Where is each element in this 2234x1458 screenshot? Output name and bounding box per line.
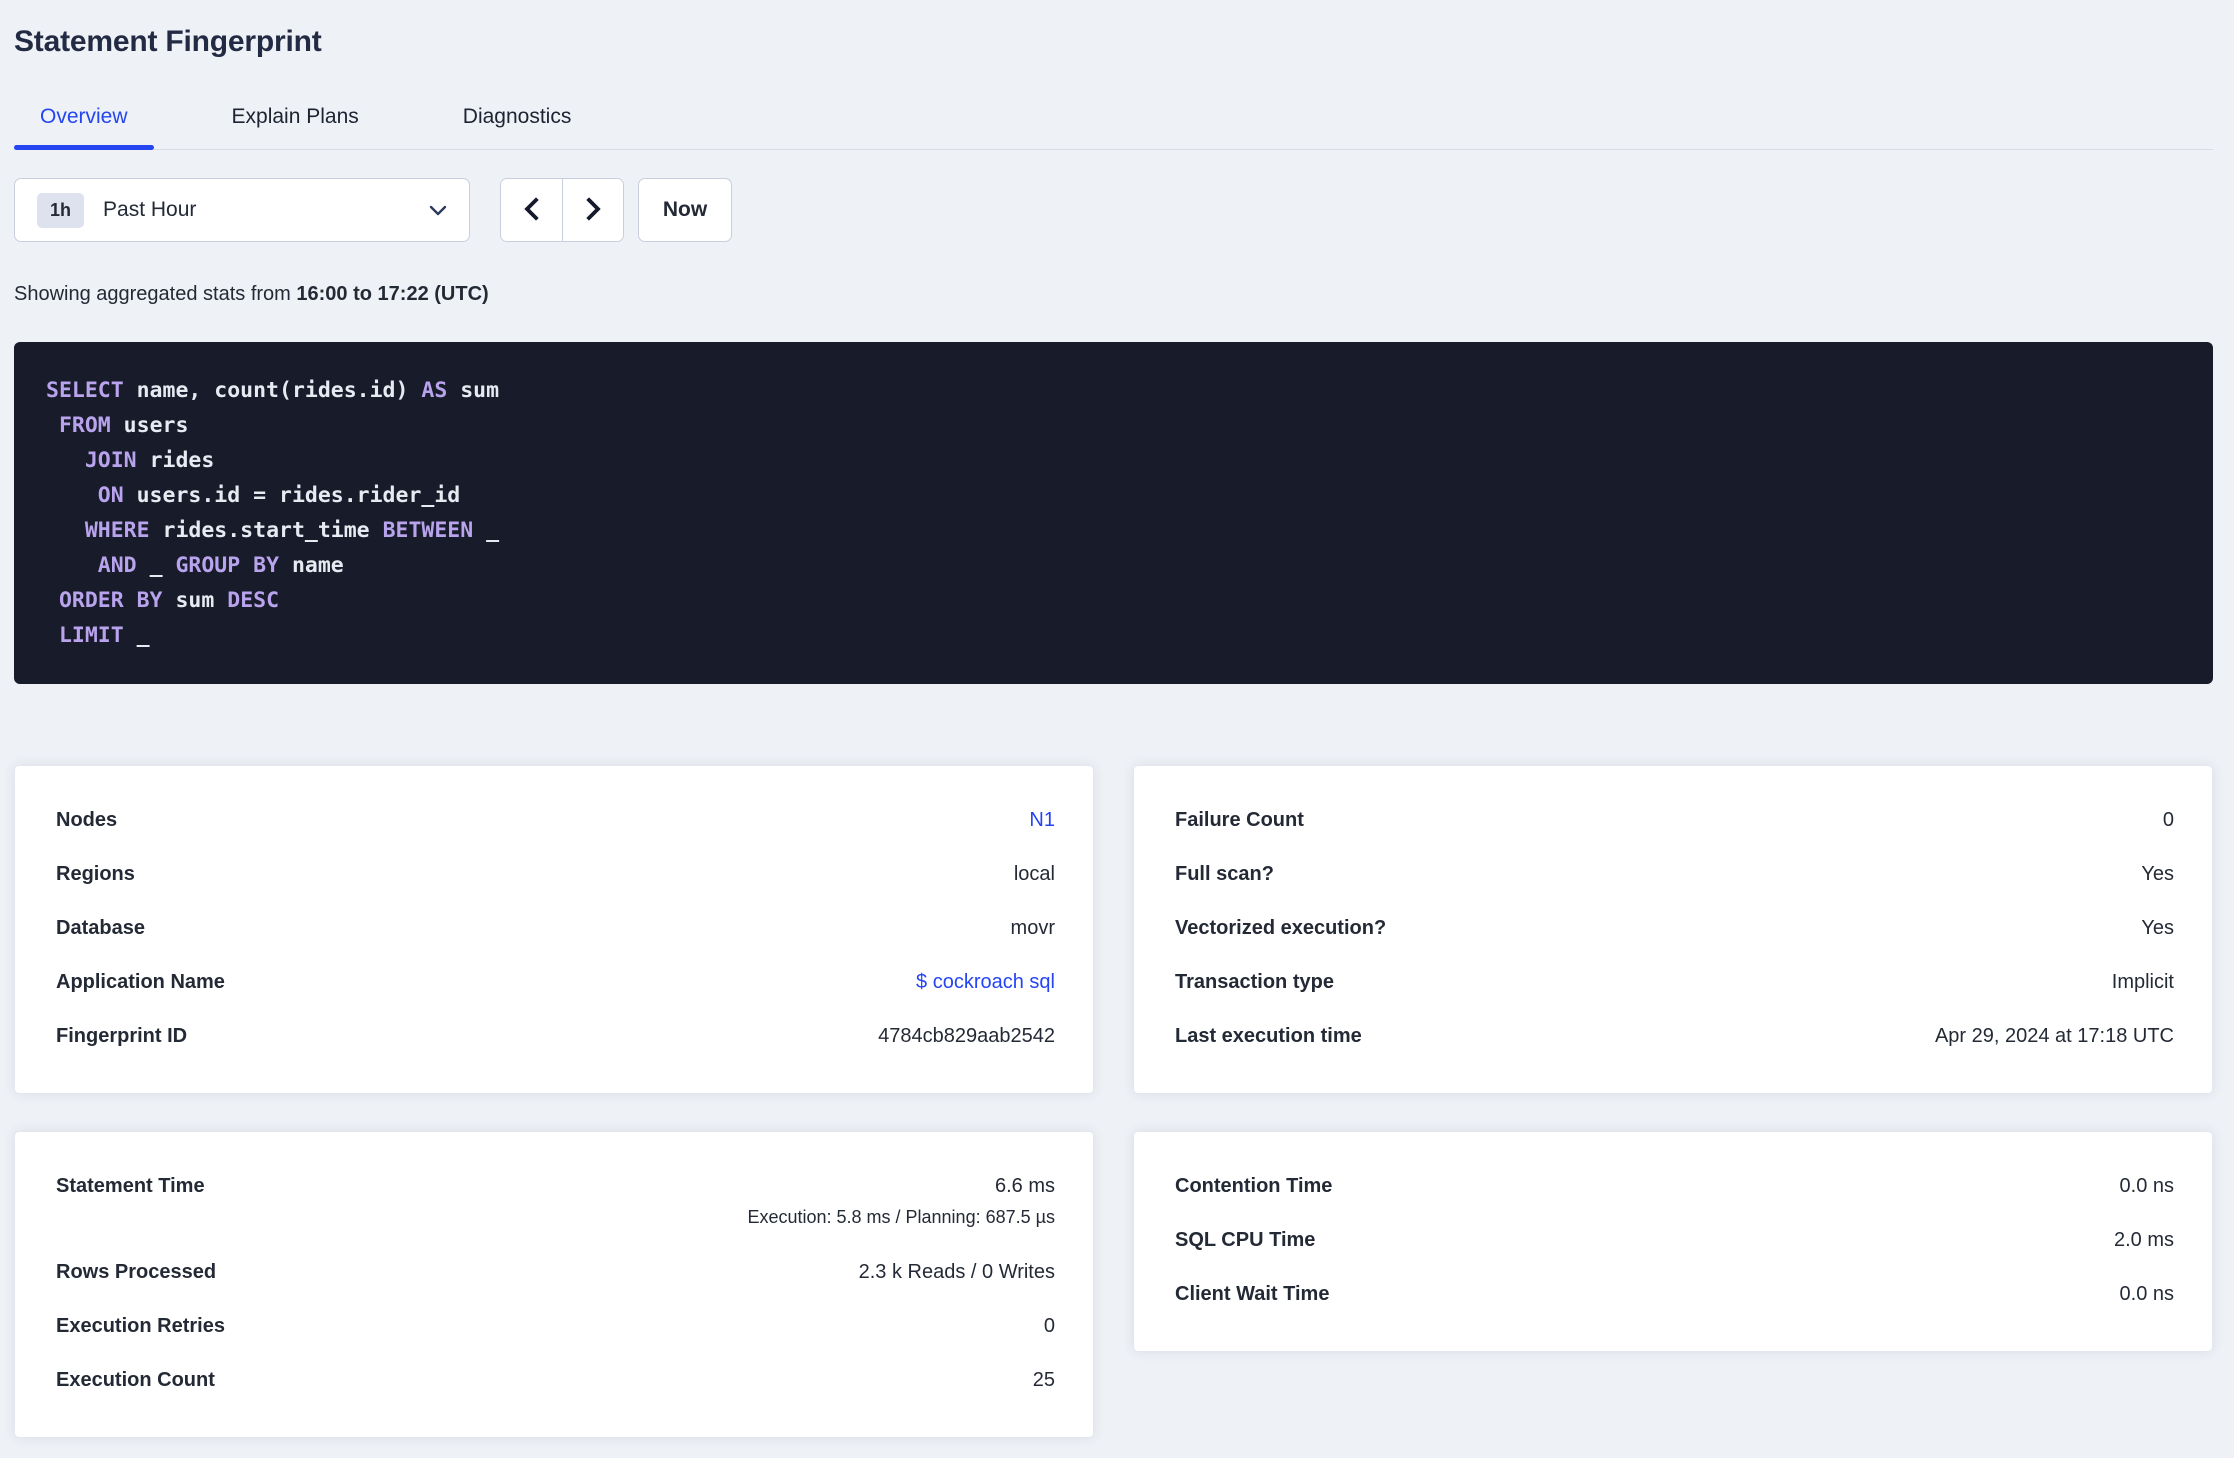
stat-value: 0 [1043,1315,1055,1337]
next-range-button[interactable] [562,179,623,241]
stat-row: Database movr [56,901,1055,955]
stat-label: Application Name [56,971,225,993]
sql-line: JOIN rides [84,448,215,473]
tabbar: Overview Explain Plans Diagnostics [14,85,2213,150]
aggregated-stats-line: Showing aggregated stats from 16:00 to 1… [14,283,2213,306]
stat-label: Failure Count [1175,809,1304,831]
stat-label: SQL CPU Time [1175,1229,1316,1251]
stat-label: Regions [56,863,135,885]
stat-label: Rows Processed [56,1261,217,1283]
time-step-buttons [500,178,624,242]
time-controls: 1h Past Hour Now [14,178,2213,242]
stat-subvalue: Execution: 5.8 ms / Planning: 687.5 µs [747,1207,1055,1227]
stat-label: Execution Retries [56,1315,225,1337]
stat-value-link[interactable]: N1 [1029,806,1055,834]
stat-value: 2.0 ms [2113,1229,2174,1251]
stat-label: Fingerprint ID [56,1025,188,1047]
stat-value: Apr 29, 2024 at 17:18 UTC [1934,1025,2174,1047]
stat-label: Execution Count [56,1369,215,1391]
stat-value: 0 [2162,809,2174,831]
tab-overview[interactable]: Overview [14,85,154,150]
time-range-select[interactable]: 1h Past Hour [14,178,470,242]
chevron-down-icon [429,205,447,216]
sql-line: ORDER BY sum DESC [58,588,280,613]
stat-row: Statement Time 6.6 ms Execution: 5.8 ms / … [56,1159,1055,1245]
tab-overview-label: Overview [40,105,128,128]
page-title: Statement Fingerprint [14,25,322,58]
stat-label: Client Wait Time [1175,1283,1330,1305]
tab-diagnostics-label: Diagnostics [462,105,572,128]
stat-value: Yes [2141,917,2174,939]
statement-fingerprint-page: Statement Fingerprint Overview Explain P… [0,0,2234,1438]
stat-label: Nodes [56,809,118,831]
stat-label: Transaction type [1175,971,1334,993]
stat-row: Execution Retries 0 [56,1299,1055,1353]
time-range-badge: 1h [37,192,85,228]
stat-value: 4784cb829aab2542 [878,1025,1055,1047]
stat-row: Application Name $ cockroach sql [56,955,1055,1009]
tab-explain-plans[interactable]: Explain Plans [206,85,385,149]
stat-row: Execution Count 25 [56,1353,1055,1407]
sql-statement-box: SELECT name, count(rides.id) AS sum FROM… [14,342,2213,684]
stat-value: movr [1010,917,1055,939]
aggregated-stats-prefix: Showing aggregated stats from [14,283,297,305]
stat-label: Vectorized execution? [1175,917,1387,939]
stat-row: Fingerprint ID 4784cb829aab2542 [56,1009,1055,1063]
stat-label: Last execution time [1175,1025,1362,1047]
stat-value: 25 [1032,1369,1055,1391]
stat-label: Statement Time [56,1175,205,1197]
stat-value: 0.0 ns [2119,1175,2174,1197]
sql-line: LIMIT _ [58,623,150,648]
stat-row: Rows Processed 2.3 k Reads / 0 Writes [56,1245,1055,1299]
stat-label: Database [56,917,145,939]
stat-value: 2.3 k Reads / 0 Writes [858,1261,1055,1283]
stat-row: Nodes N1 [56,793,1055,847]
stat-row: SQL CPU Time 2.0 ms [1175,1213,2174,1267]
time-range-label: Past Hour [103,198,197,221]
chevron-right-icon [581,196,605,225]
stat-row: Client Wait Time 0.0 ns [1175,1267,2174,1321]
chevron-left-icon [520,196,544,225]
stat-value: 0.0 ns [2119,1283,2174,1305]
stat-row: Last execution time Apr 29, 2024 at 17:18… [1175,1009,2174,1063]
stat-row: Regions local [56,847,1055,901]
timing-card-left: Statement Time 6.6 ms Execution: 5.8 ms / … [14,1131,1094,1438]
tab-diagnostics[interactable]: Diagnostics [437,85,598,149]
stat-value-link[interactable]: $ cockroach sql [916,968,1055,996]
stat-row: Failure Count 0 [1175,793,2174,847]
stat-value: Yes [2141,863,2174,885]
sql-line: ON users.id = rides.rider_id [97,483,461,508]
stat-value: 6.6 ms [994,1175,1055,1197]
stat-row: Vectorized execution? Yes [1175,901,2174,955]
stat-value: local [1013,863,1055,885]
stat-label: Full scan? [1175,863,1274,885]
sql-line: AND _ GROUP BY name [97,553,344,578]
stat-label: Contention Time [1175,1175,1333,1197]
now-button[interactable]: Now [638,178,732,242]
timing-card-right: Contention Time 0.0 ns SQL CPU Time 2.0 ms C… [1133,1131,2213,1352]
stat-row: Full scan? Yes [1175,847,2174,901]
sql-line: FROM users [58,413,189,438]
stat-row: Transaction type Implicit [1175,955,2174,1009]
stat-value: Implicit [2111,971,2174,993]
details-card-right: Failure Count 0 Full scan? Yes Vectorized ex… [1133,765,2213,1094]
details-card-left: Nodes N1 Regions local Database movr Applicati… [14,765,1094,1094]
aggregated-stats-range: 16:00 to 17:22 (UTC) [296,283,489,305]
stats-cards: Nodes N1 Regions local Database movr Applicati… [14,765,2213,1438]
prev-range-button[interactable] [501,179,562,241]
sql-line: SELECT name, count(rides.id) AS sum [46,378,500,403]
sql-line: WHERE rides.start_time BETWEEN _ [84,518,500,543]
tab-explain-plans-label: Explain Plans [231,105,359,128]
stat-row: Contention Time 0.0 ns [1175,1159,2174,1213]
